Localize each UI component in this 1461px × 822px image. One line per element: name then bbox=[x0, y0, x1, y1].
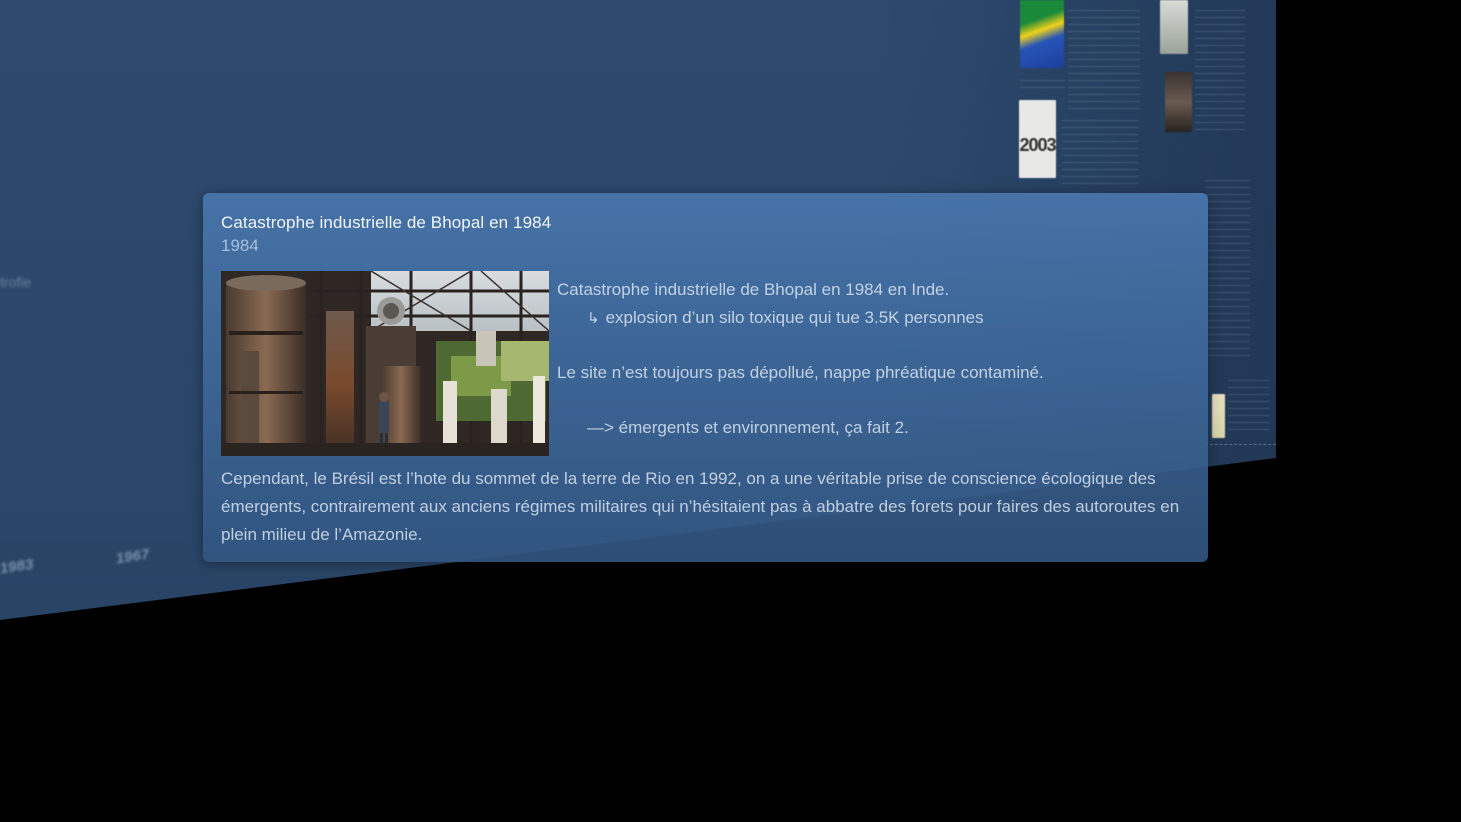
event-thumbnail[interactable] bbox=[1165, 72, 1192, 132]
event-year: 1984 bbox=[221, 236, 259, 255]
event-title: Catastrophe industrielle de Bhopal en 19… bbox=[221, 213, 552, 232]
event-paragraph: Cependant, le Brésil est l’hote du somme… bbox=[221, 469, 1180, 544]
description-line: Le site n’est toujours pas dépollué, nap… bbox=[557, 363, 1044, 382]
background-text-block bbox=[1062, 120, 1138, 190]
thumbnail-year-text: 2003 bbox=[1019, 135, 1056, 155]
background-text-block bbox=[1068, 10, 1140, 110]
event-popup-card[interactable]: Catastrophe industrielle de Bhopal en 19… bbox=[203, 193, 1208, 562]
event-thumbnail[interactable] bbox=[1160, 0, 1188, 54]
description-line: —> émergents et environnement, ça fait 2… bbox=[587, 418, 909, 437]
background-text-block bbox=[1195, 10, 1245, 130]
background-text-block bbox=[1205, 180, 1250, 360]
description-line: Catastrophe industrielle de Bhopal en 19… bbox=[557, 280, 950, 299]
background-text-block bbox=[1020, 80, 1065, 94]
event-image[interactable] bbox=[221, 271, 549, 456]
event-thumbnail-brazil-flag[interactable] bbox=[1020, 0, 1064, 68]
description-line-text: explosion d’un silo toxique qui tue 3.5K… bbox=[605, 308, 984, 327]
industrial-ruins-photo bbox=[221, 271, 549, 456]
description-line: ↳ explosion d’un silo toxique qui tue 3.5… bbox=[557, 304, 1044, 332]
background-text-fragment: trofie bbox=[0, 274, 32, 290]
return-arrow-icon: ↳ bbox=[587, 309, 600, 327]
event-thumbnail-2003[interactable]: 2003 bbox=[1019, 100, 1057, 178]
event-thumbnail-map[interactable] bbox=[1212, 394, 1225, 438]
timeline-ticks bbox=[1205, 444, 1276, 453]
timeline-stage: trofie 1983 1967 2003 Catastrophe indust… bbox=[0, 0, 1461, 822]
background-text-block bbox=[1228, 380, 1270, 430]
event-description: Catastrophe industrielle de Bhopal en 19… bbox=[557, 276, 1044, 442]
